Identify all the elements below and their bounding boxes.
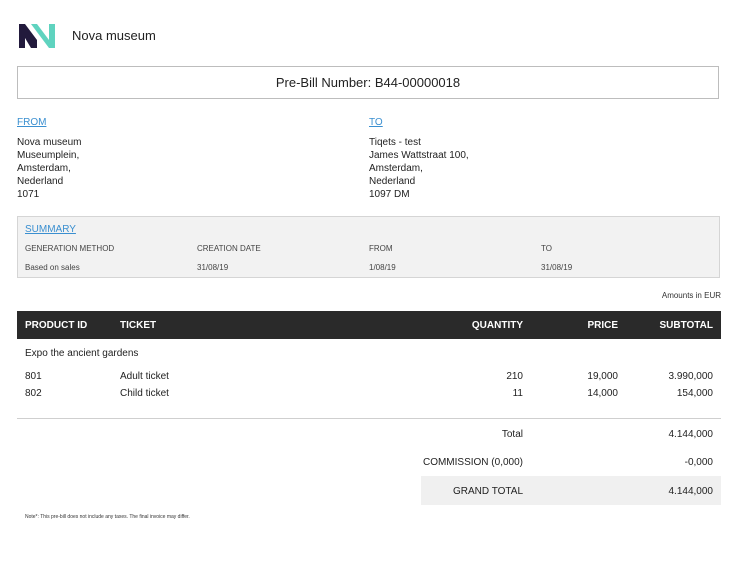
product-id-cell: 801 — [25, 371, 42, 382]
summary-header: GENERATION METHOD — [25, 244, 115, 253]
from-line: 1071 — [17, 189, 40, 200]
from-line: Nova museum — [17, 137, 82, 148]
summary-header: CREATION DATE — [197, 244, 261, 253]
to-line: Amsterdam, — [369, 163, 423, 174]
total-value: 4.144,000 — [668, 429, 714, 440]
column-header-price: PRICE — [587, 320, 618, 331]
summary-value: Based on sales — [25, 263, 80, 272]
to-address: Tiqets - test James Wattstraat 100, Amst… — [369, 136, 469, 201]
pre-bill-number-box: Pre-Bill Number: B44-00000018 — [17, 66, 719, 99]
from-line: Nederland — [17, 176, 64, 187]
quantity-cell: 210 — [506, 371, 523, 382]
to-line: 1097 DM — [369, 189, 410, 200]
summary-header: TO — [541, 244, 552, 253]
organization-name: Nova museum — [72, 28, 156, 43]
to-line: Tiqets - test — [369, 137, 421, 148]
grand-total-label: GRAND TOTAL — [452, 486, 523, 497]
currency-note: Amounts in EUR — [661, 291, 721, 300]
from-address: Nova museum Museumplein, Amsterdam, Nede… — [17, 136, 81, 201]
column-header-quantity: QUANTITY — [471, 320, 523, 331]
ticket-cell: Adult ticket — [120, 371, 169, 382]
quantity-cell: 11 — [512, 388, 523, 399]
summary-link[interactable]: SUMMARY — [25, 224, 76, 235]
from-line: Museumplein, — [17, 150, 80, 161]
column-header-product-id: PRODUCT ID — [25, 320, 88, 331]
total-label: Total — [501, 429, 523, 440]
product-id-cell: 802 — [25, 388, 42, 399]
subtotal-cell: 154,000 — [676, 388, 713, 399]
price-cell: 19,000 — [587, 371, 618, 382]
table-row: 802 Child ticket 11 14,000 154,000 — [17, 388, 721, 402]
price-cell: 14,000 — [587, 388, 618, 399]
pre-bill-number: Pre-Bill Number: B44-00000018 — [275, 75, 461, 90]
column-header-ticket: TICKET — [120, 320, 157, 331]
to-line: Nederland — [369, 176, 416, 187]
product-group-title: Expo the ancient gardens — [25, 348, 139, 359]
to-link[interactable]: TO — [369, 117, 383, 128]
subtotal-cell: 3.990,000 — [668, 371, 714, 382]
commission-label: COMMISSION (0,000) — [422, 457, 523, 468]
summary-value: 1/08/19 — [369, 263, 396, 272]
summary-value: 31/08/19 — [197, 263, 229, 272]
column-header-subtotal: SUBTOTAL — [659, 320, 713, 331]
table-header: PRODUCT ID TICKET QUANTITY PRICE SUBTOTA… — [17, 311, 721, 339]
to-line: James Wattstraat 100, — [369, 150, 469, 161]
nn-logo-icon — [19, 24, 55, 48]
table-divider — [17, 418, 721, 419]
summary-header: FROM — [369, 244, 393, 253]
ticket-cell: Child ticket — [120, 388, 169, 399]
table-row: 801 Adult ticket 210 19,000 3.990,000 — [17, 371, 721, 385]
commission-value: -0,000 — [684, 457, 713, 468]
from-line: Amsterdam, — [17, 163, 71, 174]
grand-total-value: 4.144,000 — [668, 486, 714, 497]
from-link[interactable]: FROM — [17, 117, 46, 128]
summary-panel: SUMMARY GENERATION METHOD CREATION DATE … — [17, 216, 720, 278]
tax-note: Note*: This pre-bill does not include an… — [25, 514, 190, 520]
summary-value: 31/08/19 — [541, 263, 573, 272]
